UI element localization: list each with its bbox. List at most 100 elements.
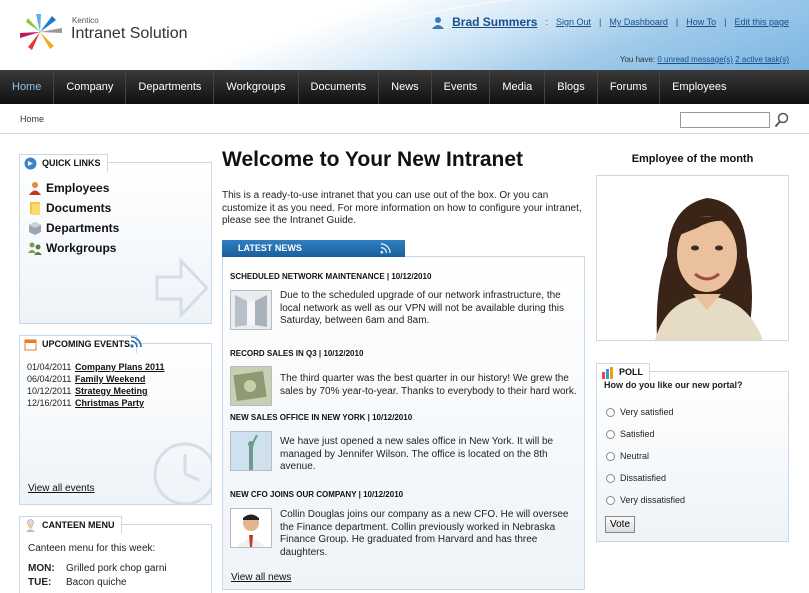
canteen-day: TUE:: [28, 577, 52, 588]
employee-portrait-icon: [597, 176, 788, 340]
view-all-events-link[interactable]: View all events: [28, 483, 95, 494]
edit-page-link[interactable]: Edit this page: [734, 17, 789, 27]
quick-links-box: QUICK LINKS Employees Documents Departme…: [19, 154, 212, 324]
poll-option-very-satisfied[interactable]: Very satisfied: [606, 407, 674, 417]
radio-button[interactable]: [606, 429, 615, 439]
news-summary: We have just opened a new sales office i…: [280, 436, 554, 472]
news-headline[interactable]: NEW SALES OFFICE IN NEW YORK | 10/12/201…: [230, 413, 412, 422]
canteen-subtitle: Canteen menu for this week:: [28, 543, 156, 554]
poll-option-very-dissatisfied[interactable]: Very dissatisfied: [606, 495, 685, 505]
departments-icon: [29, 222, 41, 235]
nav-media[interactable]: Media: [490, 70, 546, 104]
quick-link-label: Workgroups: [46, 241, 117, 255]
canteen-menu-box: CANTEEN MENU Canteen menu for this week:…: [19, 516, 212, 593]
user-name-link[interactable]: Brad Summers: [452, 15, 537, 29]
employee-of-month-photo[interactable]: [596, 175, 789, 341]
rss-icon[interactable]: [380, 243, 391, 254]
search-input[interactable]: [680, 112, 770, 128]
nav-workgroups[interactable]: Workgroups: [214, 70, 299, 104]
chef-icon: [26, 519, 35, 532]
poll-option-label: Satisfied: [620, 429, 655, 439]
breadcrumb[interactable]: Home: [20, 114, 44, 124]
active-tasks-link[interactable]: 2 active task(s): [735, 55, 789, 64]
quick-link-workgroups[interactable]: Workgroups: [28, 241, 116, 255]
nav-employees[interactable]: Employees: [660, 70, 738, 104]
nav-documents[interactable]: Documents: [299, 70, 380, 104]
radio-button[interactable]: [606, 473, 615, 483]
news-headline[interactable]: SCHEDULED NETWORK MAINTENANCE | 10/12/20…: [230, 272, 431, 281]
arrow-watermark-icon: [155, 257, 209, 319]
intro-text: This is a ready-to-use intranet that you…: [222, 190, 582, 226]
event-link[interactable]: Strategy Meeting: [75, 386, 148, 396]
new-york-thumbnail[interactable]: [230, 431, 272, 471]
bar-chart-icon: [602, 367, 613, 379]
my-dashboard-link[interactable]: My Dashboard: [609, 17, 668, 27]
canteen-day: MON:: [28, 563, 55, 574]
nav-blogs[interactable]: Blogs: [545, 70, 598, 104]
page-title: Welcome to Your New Intranet: [222, 148, 524, 171]
network-thumbnail[interactable]: [230, 290, 272, 330]
nav-events[interactable]: Events: [432, 70, 491, 104]
search-icon[interactable]: [774, 112, 790, 128]
quick-link-label: Documents: [46, 201, 112, 215]
nav-company[interactable]: Company: [54, 70, 127, 104]
how-to-link[interactable]: How To: [686, 17, 716, 27]
canteen-row: TUE: Bacon quiche: [28, 577, 127, 588]
upcoming-events-tab: UPCOMING EVENTS: [19, 335, 138, 353]
canteen-meal: Grilled pork chop garni: [66, 563, 167, 574]
header: Kentico Intranet Solution Brad Summers :…: [0, 0, 809, 70]
event-row: 06/04/2011 Family Weekend: [27, 374, 145, 384]
news-summary: The third quarter was the best quarter i…: [280, 373, 577, 397]
news-summary: Due to the scheduled upgrade of our netw…: [280, 290, 565, 326]
poll-title: POLL: [619, 367, 643, 377]
event-date: 10/12/2011: [27, 386, 72, 396]
nav-departments[interactable]: Departments: [126, 70, 215, 104]
cfo-thumbnail[interactable]: [230, 508, 272, 548]
event-link[interactable]: Company Plans 2011: [75, 362, 165, 372]
sales-thumbnail[interactable]: [230, 366, 272, 406]
event-link[interactable]: Christmas Party: [75, 398, 144, 408]
nav-home[interactable]: Home: [0, 70, 55, 104]
poll-option-satisfied[interactable]: Satisfied: [606, 429, 655, 439]
person-photo-icon: [231, 509, 271, 547]
quick-link-label: Employees: [46, 181, 110, 195]
calendar-icon: [24, 339, 37, 351]
news-headline[interactable]: RECORD SALES IN Q3 | 10/12/2010: [230, 349, 363, 358]
latest-news-title: LATEST NEWS: [238, 243, 302, 253]
radio-button[interactable]: [606, 495, 615, 505]
quick-link-documents[interactable]: Documents: [28, 201, 111, 215]
radio-button[interactable]: [606, 451, 615, 461]
news-summary: Collin Douglas joins our company as a ne…: [280, 509, 569, 558]
documents-icon: [30, 202, 40, 215]
upcoming-events-box: UPCOMING EVENTS 01/04/2011 Company Plans…: [19, 335, 212, 505]
unread-messages-link[interactable]: 0 unread message(s): [657, 55, 733, 64]
quick-links-title: QUICK LINKS: [42, 158, 101, 168]
view-all-news-link[interactable]: View all news: [231, 572, 291, 583]
statue-of-liberty-icon: [231, 432, 271, 470]
event-link[interactable]: Family Weekend: [75, 374, 145, 384]
main-nav: Home Company Departments Workgroups Docu…: [0, 70, 809, 104]
nav-news[interactable]: News: [379, 70, 432, 104]
radio-button[interactable]: [606, 407, 615, 417]
brand-small: Kentico: [72, 16, 99, 25]
sign-out-link[interactable]: Sign Out: [556, 17, 591, 27]
poll-option-dissatisfied[interactable]: Dissatisfied: [606, 473, 666, 483]
poll-option-neutral[interactable]: Neutral: [606, 451, 649, 461]
money-icon: [231, 367, 271, 405]
quick-link-departments[interactable]: Departments: [28, 221, 119, 235]
event-row: 12/16/2011 Christmas Party: [27, 398, 144, 408]
canteen-meal: Bacon quiche: [66, 577, 127, 588]
latest-news-tab: LATEST NEWS: [222, 240, 405, 257]
poll-option-label: Neutral: [620, 451, 650, 461]
event-row: 01/04/2011 Company Plans 2011: [27, 362, 165, 372]
news-headline[interactable]: NEW CFO JOINS OUR COMPANY | 10/12/2010: [230, 490, 403, 499]
vote-button[interactable]: Vote: [605, 516, 635, 533]
clock-watermark-icon: [153, 442, 211, 504]
quick-link-employees[interactable]: Employees: [28, 181, 109, 195]
kentico-logo-icon[interactable]: [18, 12, 68, 52]
messages-bar: You have: 0 unread message(s) 2 active t…: [620, 55, 789, 64]
brand-name: Intranet Solution: [71, 25, 188, 42]
rss-icon[interactable]: [130, 336, 142, 348]
upcoming-events-title: UPCOMING EVENTS: [42, 339, 131, 349]
nav-forums[interactable]: Forums: [598, 70, 661, 104]
